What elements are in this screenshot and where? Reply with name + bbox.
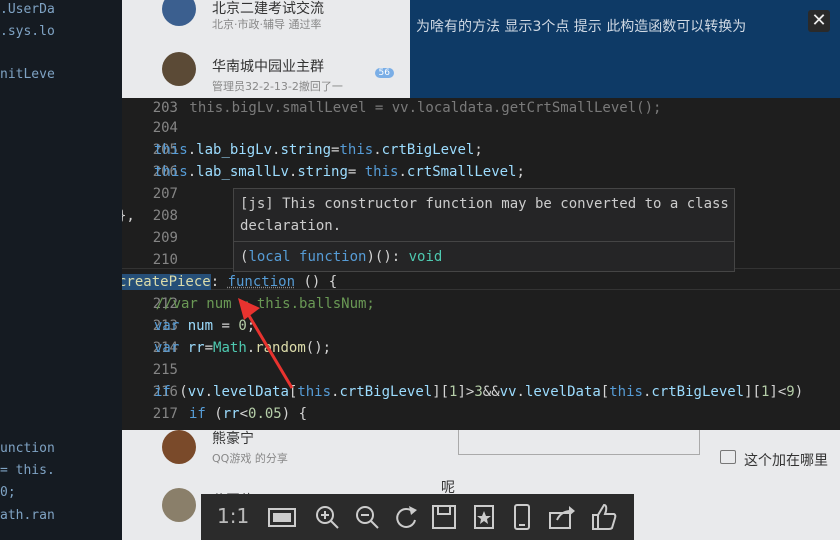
code-line: }, bbox=[122, 208, 135, 224]
chat-list-item[interactable]: 北京二建考试交流 北京·市政·辅导 通过率 bbox=[162, 0, 402, 46]
line-number: 215 bbox=[152, 362, 178, 378]
selected-identifier: createPiece bbox=[122, 274, 211, 290]
close-icon: ✕ bbox=[811, 10, 827, 31]
hover-tooltip: [js] This constructor function may be co… bbox=[233, 188, 735, 272]
share-button[interactable] bbox=[547, 502, 577, 532]
bg-code-line: ath.ran bbox=[0, 508, 55, 523]
embedded-screenshot bbox=[458, 430, 700, 455]
line-number: 209 bbox=[152, 230, 178, 246]
tooltip-message: [js] This constructor function may be co… bbox=[240, 196, 729, 234]
avatar bbox=[162, 430, 196, 464]
avatar bbox=[162, 488, 196, 522]
annotation-arrow bbox=[238, 298, 294, 389]
zoom-in-button[interactable] bbox=[312, 502, 342, 532]
unread-badge: 56 bbox=[374, 68, 394, 78]
rotate-button[interactable] bbox=[391, 502, 421, 532]
chat-title: 熊豪宁 bbox=[212, 431, 254, 447]
send-to-phone-button[interactable] bbox=[507, 502, 537, 532]
avatar bbox=[162, 52, 196, 86]
comment-text: 这个加在哪里 bbox=[744, 453, 828, 469]
background-code-panel: .UserDa .sys.lo nitLeve unction = this. … bbox=[0, 0, 122, 540]
actual-size-button[interactable]: 1:1 bbox=[217, 504, 249, 528]
image-viewer-toolbar: 1:1 bbox=[201, 494, 634, 540]
share-icon bbox=[549, 506, 575, 529]
rotate-icon bbox=[396, 506, 417, 528]
chat-title: 华南城中园业主群 bbox=[212, 59, 324, 75]
code-line: this.lab_smallLv.string= this.crtSmallLe… bbox=[154, 164, 525, 180]
chat-message-text: 为啥有的方法 显示3个点 提示 此构造函数可以转换为 bbox=[416, 19, 747, 35]
bookmark-icon bbox=[474, 505, 494, 529]
code-line: if (rr<0.05) { bbox=[189, 406, 308, 422]
code-line: this.bigLv.smallLevel = vv.localdata.get… bbox=[122, 100, 662, 116]
tooltip-signature: (local function)(): void bbox=[240, 249, 443, 265]
save-icon bbox=[432, 505, 456, 529]
bg-code-line: .UserDa bbox=[0, 2, 55, 17]
chat-list-item[interactable]: 熊豪宁 QQ游戏 的分享 bbox=[162, 430, 462, 474]
background-chat-list: 北京二建考试交流 北京·市政·辅导 通过率 华南城中园业主群 管理员32-2-1… bbox=[122, 0, 410, 98]
bg-code-line: unction bbox=[0, 441, 55, 456]
chat-subtitle: 管理员32-2-13-2撤回了一 bbox=[212, 80, 343, 93]
comment-icon bbox=[720, 450, 736, 464]
like-icon bbox=[592, 503, 617, 530]
arrow-shaft bbox=[246, 313, 294, 389]
line-number: 204 bbox=[152, 120, 178, 136]
divider bbox=[234, 241, 734, 242]
zoom-in-icon bbox=[316, 506, 339, 529]
bg-code-line: 0; bbox=[0, 485, 16, 500]
code-line: createPiece: function () { bbox=[122, 271, 337, 293]
save-button[interactable] bbox=[429, 502, 459, 532]
like-button[interactable] bbox=[589, 502, 619, 532]
chat-subtitle: QQ游戏 的分享 bbox=[212, 452, 288, 465]
fit-screen-icon bbox=[268, 508, 296, 527]
code-line: if (vv.levelData[this.crtBigLevel][1]>3&… bbox=[154, 384, 804, 400]
chat-list-item[interactable]: 华南城中园业主群 管理员32-2-13-2撤回了一 56 bbox=[162, 52, 402, 96]
bg-code-line: nitLeve bbox=[0, 67, 55, 82]
code-line: this.lab_bigLv.string=this.crtBigLevel; bbox=[154, 142, 483, 158]
bg-code-line: .sys.lo bbox=[0, 24, 55, 39]
avatar bbox=[162, 0, 196, 26]
zoom-out-icon bbox=[356, 506, 379, 529]
chat-subtitle: 北京·市政·辅导 通过率 bbox=[212, 18, 322, 31]
phone-icon bbox=[514, 504, 530, 530]
line-number: 207 bbox=[152, 186, 178, 202]
bookmark-button[interactable] bbox=[469, 502, 499, 532]
bg-code-line: = this. bbox=[0, 463, 55, 478]
close-button[interactable]: ✕ bbox=[808, 10, 830, 32]
line-number: 210 bbox=[152, 252, 178, 268]
zoom-out-button[interactable] bbox=[352, 502, 382, 532]
fit-screen-button[interactable] bbox=[267, 502, 297, 532]
